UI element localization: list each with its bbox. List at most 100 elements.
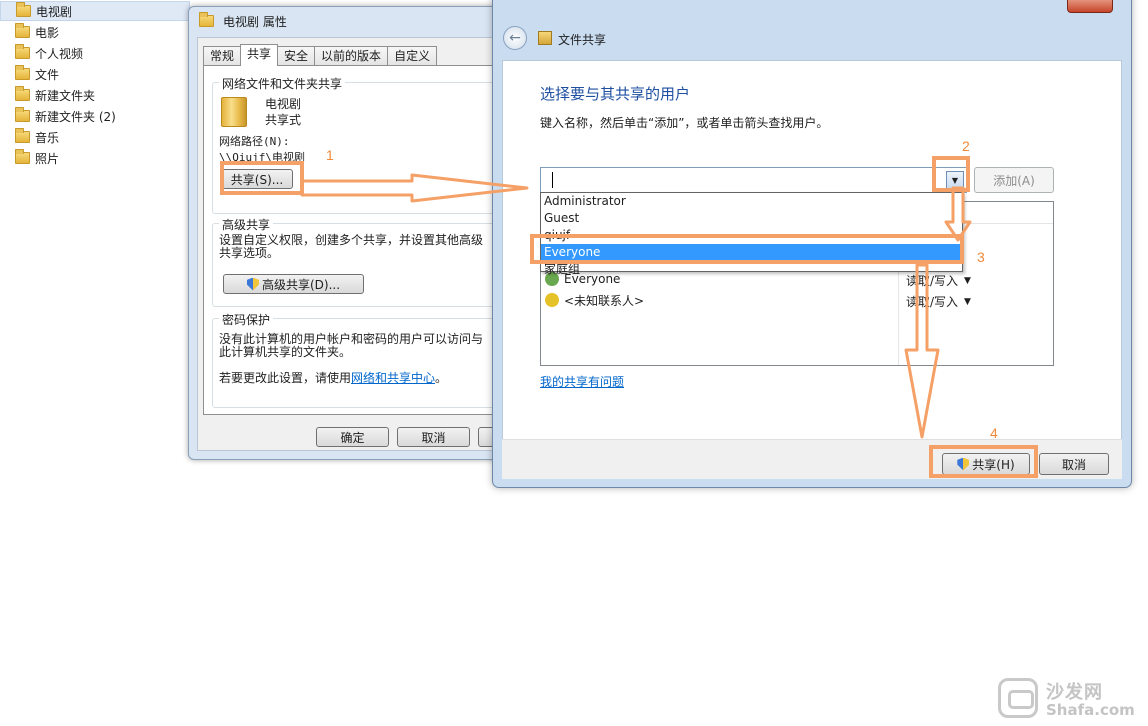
tab-sharing[interactable]: 共享	[240, 44, 279, 66]
chevron-down-icon: ▼	[964, 296, 971, 307]
properties-tabs: 常规 共享 安全 以前的版本 自定义	[203, 44, 438, 66]
permission-value: 读取/写入	[906, 295, 959, 309]
back-arrow-icon: ←	[509, 30, 521, 46]
nav-item-personal-videos[interactable]: 个人视频	[0, 43, 190, 63]
password-protection-group-title: 密码保护	[219, 311, 274, 328]
unknown-contact-icon	[545, 293, 559, 307]
advanced-sharing-group: 高级共享 设置自定义权限，创建多个共享，并设置其他高级共享选项。 高级共享(D)…	[212, 216, 512, 307]
advanced-sharing-description: 设置自定义权限，创建多个共享，并设置其他高级共享选项。	[219, 233, 484, 260]
step-number-2: 2	[962, 138, 970, 154]
nav-item-movies[interactable]: 电影	[0, 22, 190, 42]
nav-item-files[interactable]: 文件	[0, 64, 190, 84]
nav-item-label: 文件	[35, 67, 60, 82]
ok-button-label: 确定	[340, 430, 365, 445]
dropdown-option-everyone[interactable]: Everyone	[541, 244, 962, 261]
nav-item-label: 照片	[35, 151, 60, 166]
dropdown-option-homegroup[interactable]: 家庭组	[541, 261, 962, 278]
file-sharing-dialog: ← 文件共享 选择要与其共享的用户 键入名称，然后单击“添加”，或者单击箭头查找…	[492, 0, 1132, 488]
properties-title-bar[interactable]: 电视剧 属性	[189, 7, 507, 35]
network-sharing-group: 网络文件和文件夹共享 电视剧 共享式 网络路径(N): \\Qiujf\电视剧 …	[212, 75, 512, 214]
tab-general[interactable]: 常规	[203, 46, 242, 66]
share-cancel-button-label: 取消	[1061, 457, 1086, 472]
network-sharing-group-title: 网络文件和文件夹共享	[219, 75, 346, 92]
file-sharing-title: 文件共享	[558, 33, 607, 47]
advanced-sharing-button-label: 高级共享(D)...	[261, 277, 341, 292]
nav-item-new-folder[interactable]: 新建文件夹	[0, 85, 190, 105]
network-path-label: 网络路径(N):	[219, 135, 290, 148]
properties-dialog: 电视剧 属性 常规 共享 安全 以前的版本 自定义 网络文件和文件夹共享 电视剧…	[188, 6, 512, 460]
password-protection-description: 没有此计算机的用户帐户和密码的用户可以访问与此计算机共享的文件夹。	[219, 332, 484, 359]
step-number-1: 1	[326, 147, 334, 163]
share-button[interactable]: 共享(S)...	[221, 169, 293, 189]
step-number-3: 3	[977, 249, 985, 265]
password-change-prefix: 若要更改此设置，请使用	[219, 371, 352, 385]
watermark-domain: Shafa.com	[1046, 701, 1135, 719]
folder-icon	[15, 44, 30, 59]
dropdown-option-guest[interactable]: Guest	[541, 210, 962, 227]
folder-icon	[16, 2, 31, 17]
text-caret	[552, 172, 553, 188]
share-cancel-button[interactable]: 取消	[1039, 453, 1109, 475]
user-dropdown-list: Administrator Guest qiujf Everyone 家庭组	[540, 192, 963, 276]
dropdown-option-qiujf[interactable]: qiujf	[541, 227, 962, 244]
nav-item-label: 电影	[35, 25, 60, 40]
sharing-tab-page: 网络文件和文件夹共享 电视剧 共享式 网络路径(N): \\Qiujf\电视剧 …	[203, 65, 512, 415]
close-button[interactable]	[1067, 0, 1113, 13]
nav-item-label: 电视剧	[36, 4, 73, 19]
file-sharing-client-area: 选择要与其共享的用户 键入名称，然后单击“添加”，或者单击箭头查找用户。 ▼ 添…	[502, 60, 1122, 440]
ok-button[interactable]: 确定	[316, 427, 389, 447]
network-sharing-center-link[interactable]: 网络和共享中心	[351, 371, 435, 385]
nav-item-tv-series[interactable]: 电视剧	[0, 1, 190, 21]
nav-item-music[interactable]: 音乐	[0, 127, 190, 147]
add-button[interactable]: 添加(A)	[974, 167, 1054, 193]
confirm-share-button[interactable]: 共享(H)	[942, 453, 1030, 475]
explorer-nav-pane: 电视剧 电影 个人视频 文件 新建文件夹 新建文件夹 (2) 音乐 照片	[0, 0, 200, 487]
password-change-suffix: 。	[435, 371, 448, 385]
nav-item-new-folder-2[interactable]: 新建文件夹 (2)	[0, 106, 190, 126]
nav-item-label: 音乐	[35, 130, 60, 145]
sharing-help-link[interactable]: 我的共享有问题	[540, 373, 624, 390]
password-protection-group: 密码保护 没有此计算机的用户帐户和密码的用户可以访问与此计算机共享的文件夹。 若…	[212, 311, 512, 408]
nav-item-label: 新建文件夹	[35, 88, 96, 103]
confirm-share-button-label: 共享(H)	[972, 457, 1015, 472]
add-button-label: 添加(A)	[993, 173, 1035, 188]
share-button-label: 共享(S)...	[230, 172, 284, 187]
share-state: 共享式	[265, 113, 302, 127]
tab-customize[interactable]: 自定义	[387, 46, 438, 66]
network-path-value: \\Qiujf\电视剧	[219, 151, 305, 164]
folder-icon	[199, 12, 214, 27]
locked-folder-icon	[15, 86, 30, 101]
password-change-text: 若要更改此设置，请使用网络和共享中心。	[219, 369, 447, 386]
instruction-text: 键入名称，然后单击“添加”，或者单击箭头查找用户。	[540, 116, 829, 130]
back-button[interactable]: ←	[503, 26, 527, 50]
cancel-button-label: 取消	[421, 430, 446, 445]
folder-icon	[15, 128, 30, 143]
tab-security[interactable]: 安全	[277, 46, 316, 66]
advanced-sharing-group-title: 高级共享	[219, 216, 274, 233]
uac-shield-icon	[957, 457, 970, 471]
folder-icon	[15, 149, 30, 164]
step-number-4: 4	[990, 425, 998, 441]
folder-icon	[15, 65, 30, 80]
user-name: <未知联系人>	[564, 293, 645, 308]
user-name-combobox[interactable]: ▼	[540, 167, 967, 193]
cancel-button[interactable]: 取消	[397, 427, 470, 447]
folder-icon	[15, 23, 30, 38]
site-watermark: 沙发网 Shafa.com	[996, 676, 1144, 720]
chevron-down-icon: ▼	[951, 175, 959, 185]
dialog-footer: 共享(H) 取消	[502, 439, 1122, 479]
properties-title: 电视剧 属性	[223, 14, 287, 29]
permission-dropdown[interactable]: 读取/写入 ▼	[906, 293, 971, 310]
nav-item-label: 新建文件夹 (2)	[35, 109, 116, 124]
dropdown-option-administrator[interactable]: Administrator	[541, 193, 962, 210]
advanced-sharing-button[interactable]: 高级共享(D)...	[223, 274, 364, 294]
tab-previous-versions[interactable]: 以前的版本	[314, 46, 389, 66]
page-heading: 选择要与其共享的用户	[540, 85, 691, 103]
tv-logo-icon	[998, 678, 1038, 718]
chevron-down-icon: ▼	[964, 275, 971, 286]
folder-icon	[15, 107, 30, 122]
nav-item-photos[interactable]: 照片	[0, 148, 190, 168]
shared-folder-icon	[221, 97, 247, 127]
uac-shield-icon	[246, 277, 259, 291]
dropdown-arrow-button[interactable]: ▼	[946, 171, 964, 189]
